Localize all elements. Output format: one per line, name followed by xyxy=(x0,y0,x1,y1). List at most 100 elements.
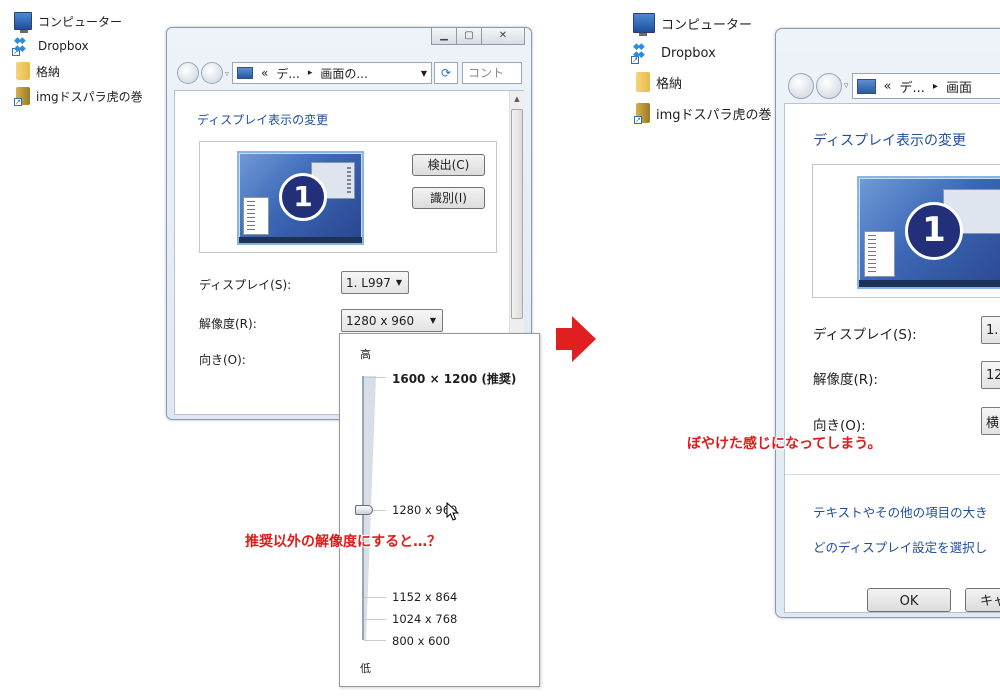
display-settings-help-link[interactable]: どのディスプレイ設定を選択し xyxy=(813,537,987,556)
mouse-pointer-icon xyxy=(446,502,460,521)
divider xyxy=(785,474,1000,475)
resolution-option[interactable]: 1024 x 768 xyxy=(392,612,457,626)
orientation-label: 向き(O): xyxy=(199,353,246,367)
back-button[interactable] xyxy=(177,62,199,84)
cancel-button[interactable]: キャ xyxy=(965,588,1000,612)
breadcrumb-separator-icon: ▸ xyxy=(932,80,938,92)
dropbox-icon: ↗ xyxy=(631,43,655,64)
folder-shortcut-icon: ↗ xyxy=(14,87,30,106)
high-label: 高 xyxy=(360,348,371,361)
dropbox-icon: ↗ xyxy=(12,37,32,56)
slider-tick xyxy=(364,377,386,378)
low-label: 低 xyxy=(360,662,371,675)
monitor-number-badge: 1 xyxy=(905,202,963,260)
resolution-recommended[interactable]: 1600 × 1200 (推奨) xyxy=(392,370,516,387)
desktop-item-label: 格納 xyxy=(656,76,683,92)
breadcrumb-overflow[interactable]: « xyxy=(261,66,268,80)
slider-tick xyxy=(364,597,386,598)
desktop-item-label: imgドスパラ虎の巻 xyxy=(656,107,772,123)
slider-tick xyxy=(364,619,386,620)
monitor-number-badge: 1 xyxy=(279,173,327,221)
display-label: ディスプレイ(S): xyxy=(813,327,917,343)
resolution-option[interactable]: 800 x 600 xyxy=(392,634,450,648)
display-preview: 1 検出(C) 識別(I) xyxy=(199,141,497,253)
text-size-link[interactable]: テキストやその他の項目の大き xyxy=(813,502,988,521)
window-thumb xyxy=(864,231,895,277)
desktop-item-computer[interactable]: コンピューター xyxy=(14,12,122,33)
display-select[interactable]: 1. xyxy=(981,316,1000,344)
forward-button[interactable] xyxy=(816,73,842,99)
desktop-item-label: Dropbox xyxy=(661,45,716,61)
refresh-icon[interactable]: ⟳ xyxy=(434,62,459,84)
search-input[interactable]: コント xyxy=(462,62,523,84)
arrow-right-icon xyxy=(556,316,596,362)
breadcrumb[interactable]: デ... xyxy=(900,77,925,96)
desktop-item-img-folder[interactable]: ↗ imgドスパラ虎の巻 xyxy=(634,103,772,124)
desktop-item-computer[interactable]: コンピューター xyxy=(633,13,753,36)
folder-shortcut-icon: ↗ xyxy=(634,103,650,124)
identify-button[interactable]: 識別(I) xyxy=(412,187,485,209)
chevron-down-icon: ▼ xyxy=(429,316,436,325)
resolution-label: 解像度(R): xyxy=(813,372,878,388)
display-label: ディスプレイ(S): xyxy=(199,278,292,292)
address-bar[interactable]: « デ... ▸ 画面の... ▼ xyxy=(232,62,433,84)
breadcrumb[interactable]: デ... xyxy=(276,65,299,82)
display-select[interactable]: 1. L997 ▼ xyxy=(341,271,409,294)
monitor-thumbnail[interactable]: 1 xyxy=(237,151,364,245)
computer-icon xyxy=(633,13,655,36)
address-bar[interactable]: « デ... ▸ 画面 xyxy=(851,73,1000,99)
resolution-option[interactable]: 1152 x 864 xyxy=(392,590,457,604)
orientation-select-value: 横 xyxy=(986,415,1000,431)
resolution-select[interactable]: 1280 x 960 ▼ xyxy=(341,309,443,332)
maximize-icon[interactable]: ▢ xyxy=(456,28,482,45)
orientation-label: 向き(O): xyxy=(813,418,866,434)
display-settings-window-blurred: ▿ « デ... ▸ 画面 ディスプレイ表示の変更 1 ディスプレイ(S): 1… xyxy=(775,28,1000,618)
resolution-slider-popup: 高 1600 × 1200 (推奨) 1280 x 960 1152 x 864… xyxy=(339,333,540,687)
main-content: ディスプレイ表示の変更 1 ディスプレイ(S): 1. 解像度(R): 12 向… xyxy=(784,103,1000,613)
orientation-select[interactable]: 横 xyxy=(981,407,1000,435)
resolution-select-value: 1280 x 960 xyxy=(346,313,415,328)
breadcrumb[interactable]: 画面 xyxy=(946,77,972,96)
forward-button[interactable] xyxy=(201,62,223,84)
chevron-down-icon[interactable]: ▼ xyxy=(421,69,427,78)
page-title: ディスプレイ表示の変更 xyxy=(197,113,329,127)
desktop-item-storage[interactable]: 格納 xyxy=(16,62,60,80)
display-select-value: 1. L997 xyxy=(346,275,391,290)
breadcrumb[interactable]: 画面の... xyxy=(320,65,367,82)
taskbar xyxy=(859,280,1000,287)
scrollbar-thumb[interactable] xyxy=(511,109,523,319)
desktop-item-label: コンピューター xyxy=(661,17,753,33)
taskbar xyxy=(239,237,362,243)
ok-button[interactable]: OK xyxy=(867,588,951,612)
window-thumb xyxy=(243,197,269,235)
computer-icon xyxy=(14,12,32,33)
annotation-result: ぼやけた感じになってしまう。 xyxy=(687,436,882,452)
display-select-value: 1. xyxy=(986,322,999,338)
desktop-item-label: Dropbox xyxy=(38,39,89,53)
breadcrumb-separator-icon: ▸ xyxy=(307,68,313,78)
resolution-label: 解像度(R): xyxy=(199,317,257,331)
page-title: ディスプレイ表示の変更 xyxy=(813,133,967,149)
control-panel-icon xyxy=(856,78,876,94)
folder-icon xyxy=(16,62,30,80)
slider-thumb[interactable] xyxy=(355,505,373,515)
desktop-item-dropbox[interactable]: ↗ Dropbox xyxy=(631,43,716,64)
resolution-select[interactable]: 12 xyxy=(981,361,1000,389)
navigation-bar: ▿ « デ... ▸ 画面の... ▼ ⟳ コント xyxy=(177,62,523,84)
folder-icon xyxy=(636,72,650,92)
recent-pages-icon[interactable]: ▿ xyxy=(844,81,849,91)
detect-button[interactable]: 検出(C) xyxy=(412,154,485,176)
desktop-item-dropbox[interactable]: ↗ Dropbox xyxy=(12,37,89,56)
slider-tick xyxy=(364,640,386,641)
scroll-up-icon[interactable]: ▲ xyxy=(510,95,524,103)
resolution-select-value: 12 xyxy=(986,367,1000,383)
breadcrumb-overflow[interactable]: « xyxy=(884,79,892,94)
minimize-icon[interactable]: ▁ xyxy=(431,28,457,45)
back-button[interactable] xyxy=(788,73,814,99)
close-icon[interactable]: ✕ xyxy=(481,28,525,45)
recent-pages-icon[interactable]: ▿ xyxy=(225,69,229,78)
chevron-down-icon: ▼ xyxy=(395,278,402,287)
monitor-thumbnail[interactable]: 1 xyxy=(857,176,1000,289)
desktop-item-img-folder[interactable]: ↗ imgドスパラ虎の巻 xyxy=(14,87,143,106)
desktop-item-storage[interactable]: 格納 xyxy=(636,72,682,92)
